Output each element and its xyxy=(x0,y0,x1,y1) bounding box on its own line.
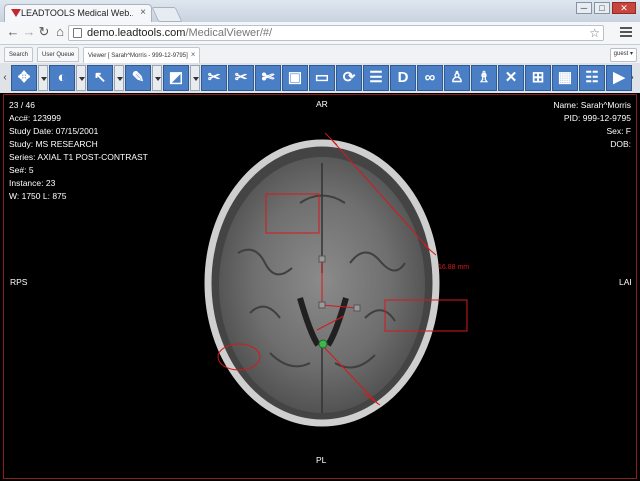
open-folder-icon: ▭ xyxy=(314,69,330,86)
browser-title-bar: LEADTOOLS Medical Web... × ─ □ ✕ xyxy=(0,0,640,22)
tab-search[interactable]: Search xyxy=(4,47,34,62)
scissors-crop-icon: ✂ xyxy=(207,69,221,86)
viewer-toolbar: ‹ › ✥ ◐ ↖ ✎ ◩ ✂ ✂ ✄ ▣ ▭ ⟳ ☰ D ∞ ♙ ♗ ✕ ⊞ ▦ ☷ ▶ xyxy=(0,63,640,94)
layout-3x3-button[interactable]: ▦ xyxy=(552,65,578,91)
window-level-dropdown[interactable] xyxy=(76,65,86,91)
window-level-button[interactable]: ◐ xyxy=(49,65,75,91)
new-tab-button[interactable] xyxy=(151,7,183,22)
app-tab-bar: Search User Queue Viewer [ Sarah^Morris … xyxy=(0,45,640,64)
image-viewer[interactable]: 16.88 mm 23 / 46 Acc#: 123999 Study Date… xyxy=(0,93,640,481)
annotation-pen-icon: ✎ xyxy=(131,69,145,86)
window-level-icon: ◐ xyxy=(57,69,67,86)
link-button[interactable]: ∞ xyxy=(417,65,443,91)
tab-user-queue[interactable]: User Queue xyxy=(37,47,80,62)
annotation-pen-dropdown[interactable] xyxy=(152,65,162,91)
refresh-button[interactable]: ⟳ xyxy=(336,65,362,91)
home-icon[interactable]: ⌂ xyxy=(53,25,67,39)
user-menu[interactable]: guest ▾ xyxy=(609,48,637,62)
layout-2x2-button[interactable]: ⊞ xyxy=(525,65,551,91)
maximize-button[interactable]: □ xyxy=(594,2,610,14)
person-button[interactable]: ♙ xyxy=(444,65,470,91)
pointer-arrow-icon: ↖ xyxy=(93,69,107,86)
person-icon: ♙ xyxy=(450,69,464,86)
back-icon[interactable]: ← xyxy=(6,25,20,39)
shutter-icon: ◩ xyxy=(168,69,184,86)
forward-icon[interactable]: → xyxy=(22,25,36,39)
series-list-button[interactable]: ☷ xyxy=(579,65,605,91)
bookmark-star-icon[interactable]: ☆ xyxy=(589,26,600,40)
series-list-icon: ☷ xyxy=(585,69,599,86)
orientation-bottom: PL xyxy=(316,455,327,465)
d-letter-icon: D xyxy=(397,69,409,86)
shutter-button[interactable]: ◩ xyxy=(163,65,189,91)
report-button[interactable]: ☰ xyxy=(363,65,389,91)
measurement-label: 16.88 mm xyxy=(438,264,469,271)
overlay-sex: Sex: F xyxy=(606,126,631,136)
browser-tab-title: LEADTOOLS Medical Web... xyxy=(21,8,133,18)
leadtools-logo-icon xyxy=(11,9,21,17)
report-icon: ☰ xyxy=(369,69,383,86)
orientation-top: AR xyxy=(316,99,328,109)
overlay-patient-name: Name: Sarah^Morris xyxy=(553,100,631,110)
overlay-study: Study: MS RESEARCH xyxy=(9,139,98,149)
open-folder-button[interactable]: ▭ xyxy=(309,65,335,91)
minimize-button[interactable]: ─ xyxy=(576,2,592,14)
refresh-icon: ⟳ xyxy=(342,69,356,86)
shutter-dropdown[interactable] xyxy=(190,65,200,91)
layout-2x2-icon: ⊞ xyxy=(531,69,545,86)
url-host: demo.leadtools.com xyxy=(87,27,186,39)
close-viewer-tab-icon[interactable]: × xyxy=(191,50,196,59)
move-arrows-dropdown[interactable] xyxy=(38,65,48,91)
cut-alt-icon: ✄ xyxy=(261,69,275,86)
overlay-slice: 23 / 46 xyxy=(9,100,35,110)
browser-tab[interactable]: LEADTOOLS Medical Web... × xyxy=(4,4,152,22)
pointer-arrow-dropdown[interactable] xyxy=(114,65,124,91)
cut-alt-button[interactable]: ✄ xyxy=(255,65,281,91)
pointer-arrow-button[interactable]: ↖ xyxy=(87,65,113,91)
scissors-crop-button[interactable]: ✂ xyxy=(201,65,227,91)
tab-viewer[interactable]: Viewer [ Sarah^Morris - 999-12-9795] × xyxy=(83,47,201,63)
cross-tool-icon: ✕ xyxy=(504,69,518,86)
close-window-button[interactable]: ✕ xyxy=(612,2,636,14)
person-target-icon: ♗ xyxy=(477,69,491,86)
overlay-pid: PID: 999-12-9795 xyxy=(563,113,631,123)
cut-button[interactable]: ✂ xyxy=(228,65,254,91)
person-target-button[interactable]: ♗ xyxy=(471,65,497,91)
tab-user-queue-label: User Queue xyxy=(42,52,75,58)
orientation-left: RPS xyxy=(10,277,28,287)
close-tab-icon[interactable]: × xyxy=(140,7,146,18)
overlay-series: Series: AXIAL T1 POST-CONTRAST xyxy=(9,152,148,162)
overlay-study-date: Study Date: 07/15/2001 xyxy=(9,126,99,136)
layout-3x3-icon: ▦ xyxy=(557,69,573,86)
url-path: /MedicalViewer/#/ xyxy=(185,27,273,39)
overlay-window-level: W: 1750 L: 875 xyxy=(9,191,67,201)
video-camera-button[interactable]: ▶ xyxy=(606,65,632,91)
save-button[interactable]: ▣ xyxy=(282,65,308,91)
page-icon xyxy=(73,28,82,38)
toolbar-scroll-left[interactable]: ‹ xyxy=(1,65,9,91)
video-camera-icon: ▶ xyxy=(613,69,625,86)
cut-icon: ✂ xyxy=(234,69,248,86)
annotation-pen-button[interactable]: ✎ xyxy=(125,65,151,91)
move-arrows-icon: ✥ xyxy=(17,69,31,86)
orientation-right: LAI xyxy=(619,277,632,287)
cross-tool-button[interactable]: ✕ xyxy=(498,65,524,91)
d-letter-button[interactable]: D xyxy=(390,65,416,91)
browser-nav-bar: ← → ↻ ⌂ demo.leadtools.com/MedicalViewer… xyxy=(0,22,640,45)
link-icon: ∞ xyxy=(424,69,436,86)
address-bar[interactable]: demo.leadtools.com/MedicalViewer/#/ ☆ xyxy=(68,25,604,41)
overlay-series-number: Se#: 5 xyxy=(9,165,34,175)
tab-viewer-label: Viewer [ Sarah^Morris - 999-12-9795] xyxy=(88,53,188,59)
save-icon: ▣ xyxy=(287,69,303,86)
tab-search-label: Search xyxy=(9,52,29,58)
move-arrows-button[interactable]: ✥ xyxy=(11,65,37,91)
browser-menu-icon[interactable] xyxy=(620,27,632,39)
overlay-instance: Instance: 23 xyxy=(9,178,56,188)
overlay-acc: Acc#: 123999 xyxy=(9,113,61,123)
reload-icon[interactable]: ↻ xyxy=(37,25,51,39)
overlay-dob: DOB: xyxy=(610,139,631,149)
